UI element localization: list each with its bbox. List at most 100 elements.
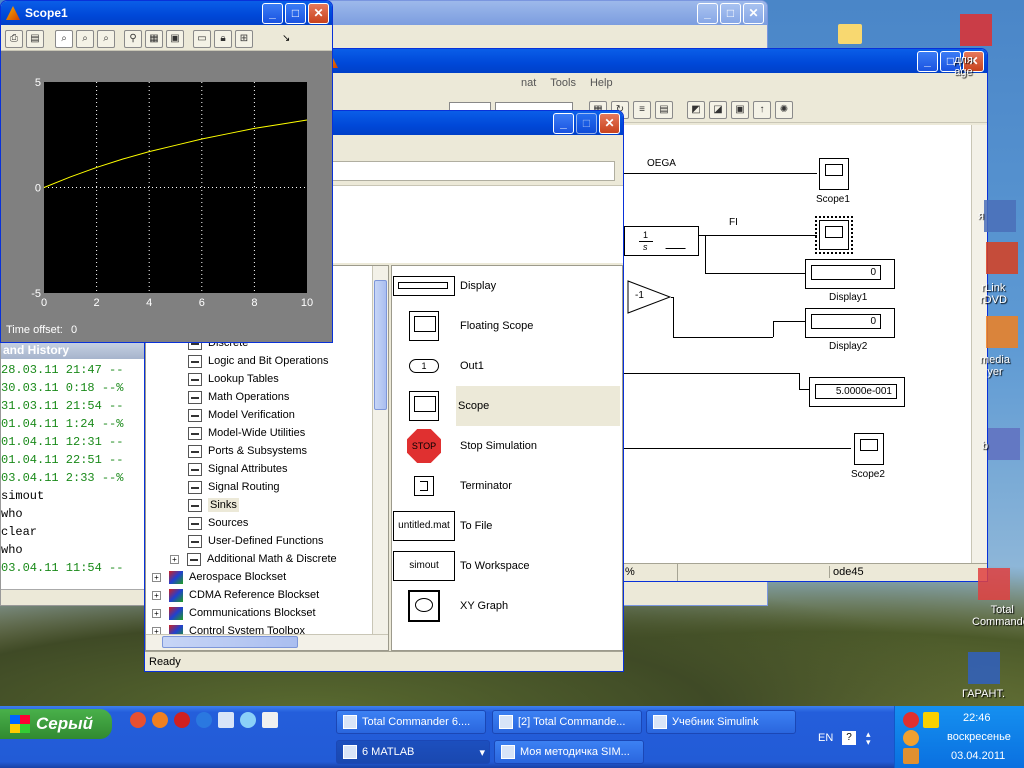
zoom-icon[interactable]: ⌕ <box>55 29 73 48</box>
tree-item[interactable]: Signal Routing <box>152 478 280 496</box>
parameters-icon[interactable]: ▤ <box>26 29 44 48</box>
sink-block-item[interactable]: Scope <box>392 386 622 426</box>
autoscale-icon[interactable]: ⚲ <box>124 29 142 48</box>
maximize-icon[interactable]: □ <box>576 113 597 134</box>
display1-block[interactable]: 0 <box>805 259 895 289</box>
restore-axes-icon[interactable]: ▣ <box>166 29 184 48</box>
scope1-block[interactable] <box>819 158 849 190</box>
sink-block-item[interactable]: 1 Out1 <box>392 346 622 386</box>
integrator-block[interactable]: 1 s <box>624 226 699 256</box>
tray-expand-icon[interactable]: ▴ ▾ <box>866 730 871 747</box>
debug-icon[interactable]: ◪ <box>709 100 727 119</box>
model-titlebar[interactable] <box>319 49 987 73</box>
history-entry[interactable]: 01.04.11 1:24 --% <box>1 417 123 431</box>
sink-block-item[interactable]: XY Graph <box>392 586 622 626</box>
grid-icon[interactable]: ▤ <box>655 100 673 119</box>
print-icon[interactable]: ⎙ <box>5 29 23 48</box>
minimize-icon[interactable]: _ <box>553 113 574 134</box>
history-entry[interactable]: 01.04.11 22:51 -- <box>1 453 123 467</box>
opera2-icon[interactable] <box>174 712 190 728</box>
firefox-icon[interactable] <box>152 712 168 728</box>
warning-icon[interactable] <box>923 712 939 728</box>
mediaplayer-icon[interactable] <box>240 712 256 728</box>
sink-block-item[interactable]: Display <box>392 266 622 306</box>
scope2-block[interactable] <box>854 433 884 465</box>
tree-item[interactable]: + Additional Math & Discrete <box>152 550 337 568</box>
history-entry[interactable]: 03.04.11 11:54 -- <box>1 561 123 575</box>
sink-block-item[interactable]: Floating Scope <box>392 306 622 346</box>
chat-icon[interactable] <box>262 712 278 728</box>
menu-item-2[interactable]: Help <box>590 77 613 89</box>
history-entry[interactable]: 31.03.11 21:54 -- <box>1 399 123 413</box>
tree-item[interactable]: + CDMA Reference Blockset <box>152 586 319 604</box>
folder-icon[interactable] <box>838 24 862 44</box>
history-hscroll[interactable] <box>1 589 151 605</box>
sink-block-item[interactable]: Terminator <box>392 466 622 506</box>
tree-hscroll[interactable] <box>146 634 388 650</box>
tree-vscroll[interactable] <box>372 266 388 634</box>
minimize-icon[interactable]: _ <box>697 3 718 24</box>
desktop-shortcut-icon[interactable] <box>960 14 992 46</box>
tree-item[interactable]: Ports & Subsystems <box>152 442 307 460</box>
expand-icon[interactable]: + <box>170 554 179 564</box>
clock-time[interactable]: 22:46 <box>963 712 991 724</box>
taskbar-button[interactable]: 6 MATLAB ▾ <box>336 740 490 764</box>
expand-icon[interactable]: + <box>152 608 161 618</box>
tree-item[interactable]: Model Verification <box>152 406 295 424</box>
display3-block[interactable]: 5.0000e-001 <box>809 377 905 407</box>
zoom-y-icon[interactable]: ⌕ <box>97 29 115 48</box>
tree-item[interactable]: Sinks <box>152 496 239 514</box>
tree-item[interactable]: Sources <box>152 514 248 532</box>
start-button[interactable]: Серый <box>0 709 112 739</box>
sink-block-item[interactable]: STOP Stop Simulation <box>392 426 622 466</box>
close-icon[interactable]: ✕ <box>743 3 764 24</box>
minimize-icon[interactable]: _ <box>917 51 938 72</box>
tree-item[interactable]: Model-Wide Utilities <box>152 424 305 442</box>
zoom-x-icon[interactable]: ⌕ <box>76 29 94 48</box>
gain-block[interactable]: -1 <box>627 280 672 314</box>
desktop-shortcut-icon[interactable] <box>978 568 1010 600</box>
taskbar-button[interactable]: [2] Total Commande... <box>492 710 642 734</box>
history-entry[interactable]: 01.04.11 12:31 -- <box>1 435 123 449</box>
tree-item[interactable]: Math Operations <box>152 388 289 406</box>
taskbar-button[interactable]: Моя методичка SIM... <box>494 740 644 764</box>
volume-icon[interactable] <box>903 748 919 764</box>
desktop-shortcut-icon[interactable] <box>988 428 1020 460</box>
tree-item[interactable]: Lookup Tables <box>152 370 279 388</box>
language-indicator[interactable]: EN <box>818 732 833 744</box>
toolbar-overflow-icon[interactable]: ↘ <box>282 33 290 44</box>
desktop-shortcut-icon[interactable] <box>968 652 1000 684</box>
display2-block[interactable]: 0 <box>805 308 895 338</box>
profiler-icon[interactable]: ✺ <box>775 100 793 119</box>
floating-scope-icon[interactable]: ▭ <box>193 29 211 48</box>
close-icon[interactable]: ✕ <box>599 113 620 134</box>
tree-item[interactable]: + Communications Blockset <box>152 604 316 622</box>
close-icon[interactable]: ✕ <box>308 3 329 24</box>
desktop-shortcut-icon[interactable] <box>984 200 1016 232</box>
sinks-block-list[interactable]: Display Floating Scope 1 Out1 Scope STOP Stop … <box>391 265 623 651</box>
history-entry[interactable]: who <box>1 507 23 521</box>
maximize-icon[interactable]: □ <box>285 3 306 24</box>
signal-selection-icon[interactable]: ⊞ <box>235 29 253 48</box>
expand-icon[interactable]: + <box>152 590 161 600</box>
model-vscroll[interactable] <box>971 125 987 563</box>
sink-block-item[interactable]: untitled.mat To File <box>392 506 622 546</box>
save-axes-icon[interactable]: ▦ <box>145 29 163 48</box>
menu-item-0[interactable]: nat <box>521 77 536 89</box>
desktop-shortcut-icon[interactable] <box>986 242 1018 274</box>
tree-item[interactable]: Signal Attributes <box>152 460 288 478</box>
tree-item[interactable]: User-Defined Functions <box>152 532 324 550</box>
browser-icon[interactable]: ▣ <box>731 100 749 119</box>
opera-icon[interactable] <box>130 712 146 728</box>
history-entry[interactable]: 28.03.11 21:47 -- <box>1 363 123 377</box>
minimize-icon[interactable]: _ <box>262 3 283 24</box>
library-search-field[interactable] <box>315 161 615 181</box>
fi-scope-block[interactable] <box>815 216 853 254</box>
history-entry[interactable]: simout <box>1 489 44 503</box>
history-entry[interactable]: 30.03.11 0:18 --% <box>1 381 123 395</box>
history-entry[interactable]: clear <box>1 525 37 539</box>
maximize-icon[interactable]: □ <box>720 3 741 24</box>
model-explorer-icon[interactable]: ◩ <box>687 100 705 119</box>
tree-item[interactable]: Logic and Bit Operations <box>152 352 328 370</box>
antivirus-icon[interactable] <box>903 712 919 728</box>
